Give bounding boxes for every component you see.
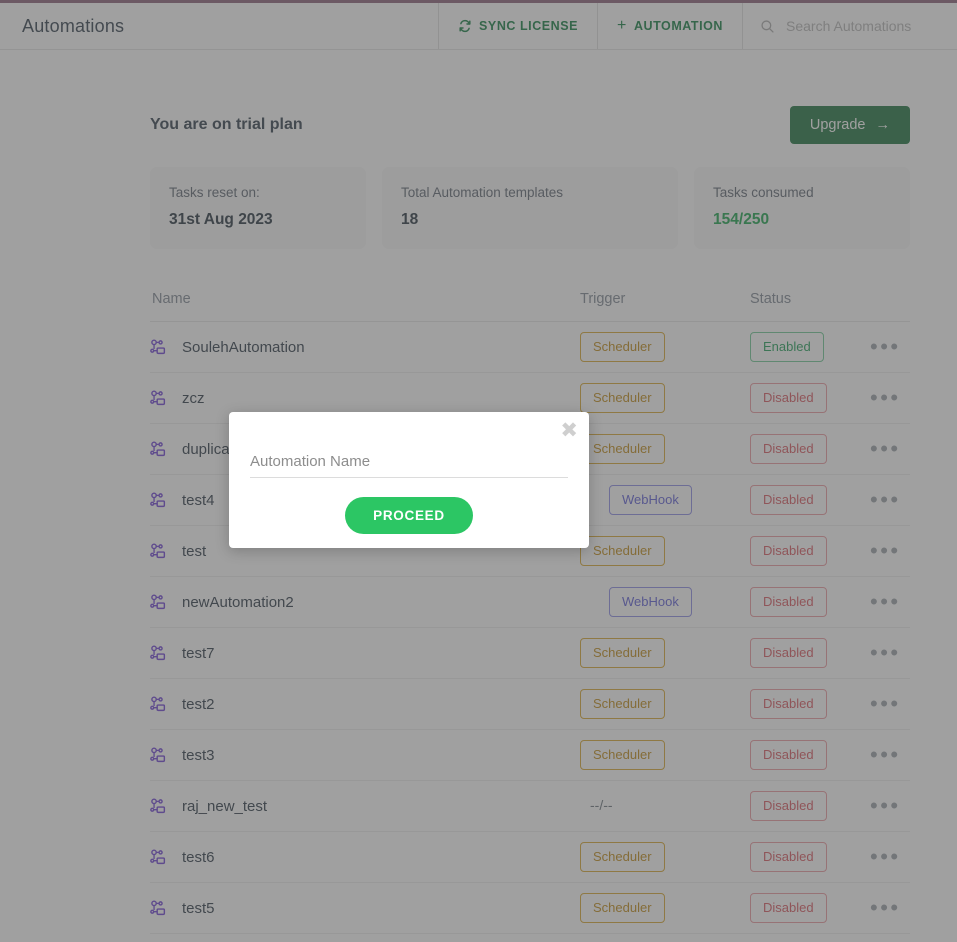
modal-actions: PROCEED bbox=[250, 497, 568, 534]
modal-body: PROCEED bbox=[229, 412, 589, 534]
proceed-button[interactable]: PROCEED bbox=[345, 497, 473, 534]
create-automation-modal: ✖ PROCEED bbox=[229, 412, 589, 548]
close-icon[interactable]: ✖ bbox=[560, 420, 578, 441]
automation-name-input[interactable] bbox=[250, 453, 568, 478]
